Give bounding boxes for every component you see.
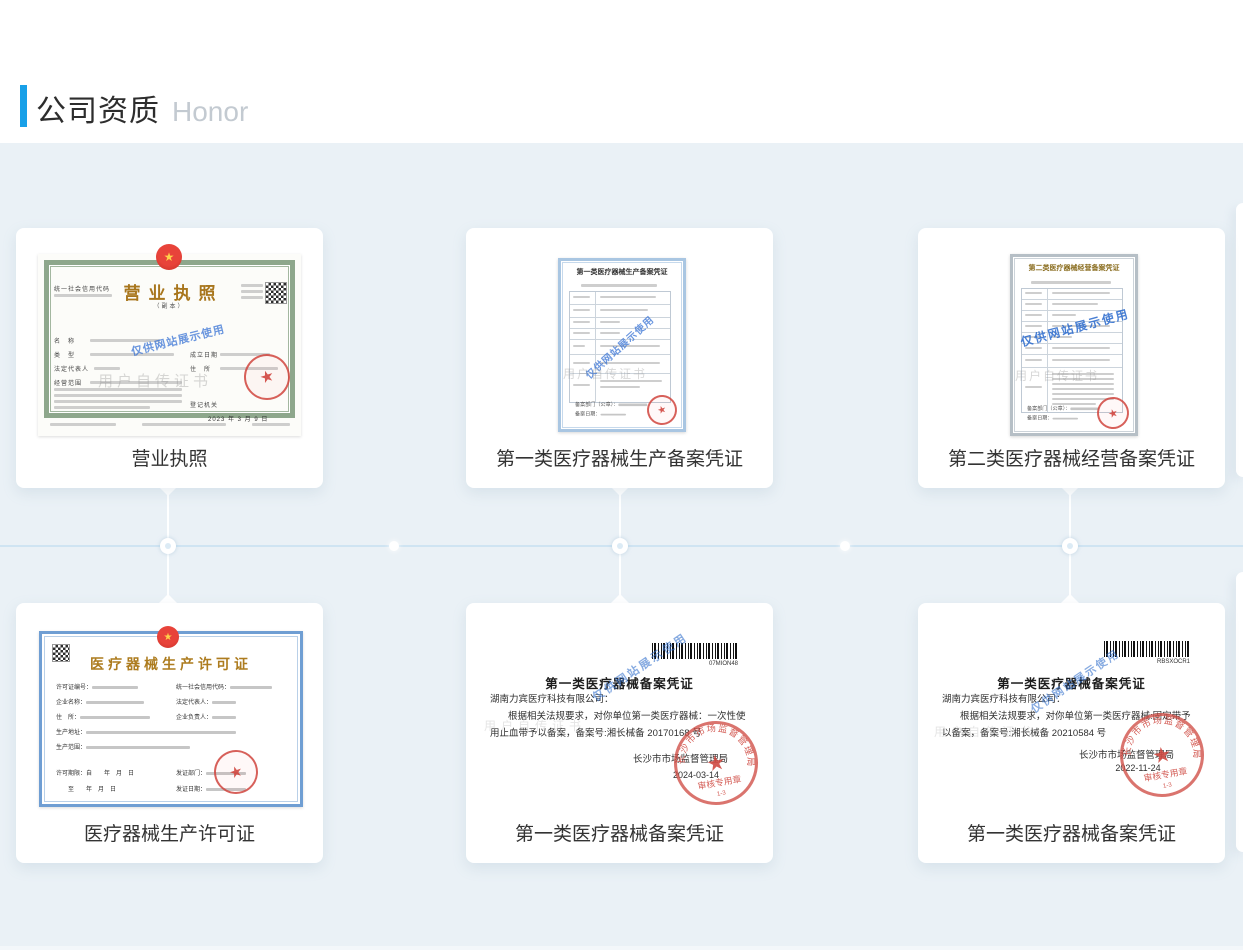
field-label: 住 所： xyxy=(56,715,80,721)
timeline-mid-node xyxy=(840,541,850,551)
cert-caption: 营业执照 xyxy=(16,444,323,471)
field-label: 发证日期： xyxy=(176,787,206,793)
connector-arrow-up xyxy=(159,594,177,603)
footer-dept-label: 备案部门（公章）： xyxy=(1027,407,1070,412)
carousel-next-card-partial[interactable] xyxy=(1236,572,1243,852)
field-label: 许可证编号： xyxy=(56,685,92,691)
cert-card-class1-record-2024[interactable]: 07MION48 第一类医疗器械备案凭证 湖南力宾医疗科技有限公司： 根据相关法… xyxy=(466,603,773,863)
cert-card-class1-production-filing[interactable]: 第一类医疗器械生产备案凭证 备案部门（公章）： 备案日期： ★ 仅供网站展示使用… xyxy=(466,228,773,488)
footer-date-label: 备案日期： xyxy=(1027,416,1053,421)
field-label: 许可期限：自 年 月 日 xyxy=(56,771,134,777)
watermark-user-upload: 用户自传证书 xyxy=(1015,367,1099,384)
field-label: 生产地址： xyxy=(56,730,86,736)
svg-text:★: ★ xyxy=(705,751,728,777)
certificate-image-class2-operation-filing[interactable]: 第二类医疗器械经营备案凭证 备 xyxy=(1010,254,1138,436)
timeline-node xyxy=(160,538,176,554)
cert-caption: 第一类医疗器械备案凭证 xyxy=(466,819,773,846)
red-stamp: 长沙市市场监督管理局 ★ 审核专用章 1-3 xyxy=(1111,704,1213,806)
page: 公司资质 Honor ★ 统一社会信用代码 营业执照 （副本） xyxy=(0,0,1243,950)
field-label: 法定代表人 xyxy=(54,364,89,373)
svg-text:审核专用章: 审核专用章 xyxy=(697,773,742,792)
footer-date-label: 备案日期： xyxy=(575,412,601,417)
cert-caption: 医疗器械生产许可证 xyxy=(16,819,323,846)
connector-arrow-down xyxy=(159,487,177,496)
cert-card-class2-operation-filing[interactable]: 第二类医疗器械经营备案凭证 备 xyxy=(918,228,1225,488)
connector-arrow-up xyxy=(611,594,629,603)
certificate-image-class1-production-filing[interactable]: 第一类医疗器械生产备案凭证 备案部门（公章）： 备案日期： ★ 仅供网站展示使用… xyxy=(558,258,686,432)
svg-text:1-3: 1-3 xyxy=(1162,781,1173,790)
watermark-display-only: 仅供网站展示使用 xyxy=(589,629,691,705)
connector-arrow-down xyxy=(1061,487,1079,496)
field-label: 生产范围： xyxy=(56,745,86,751)
bottom-strip xyxy=(0,946,1243,950)
field-label: 类 型 xyxy=(54,350,75,359)
timeline-mid-node xyxy=(389,541,399,551)
cert-footer: 备案部门（公章）： 备案日期： xyxy=(575,401,647,420)
cert-caption: 第一类医疗器械生产备案凭证 xyxy=(466,444,773,471)
certificate-image-production-licence[interactable]: ★ 医疗器械生产许可证 许可证编号： 统一社会信用代码： 企业名称： 法定代表人… xyxy=(39,631,303,807)
qr-code xyxy=(265,282,287,304)
field-label: 名 称 xyxy=(54,336,75,345)
section-header: 公司资质 Honor xyxy=(0,0,1243,143)
field-label: 企业负责人： xyxy=(176,715,212,721)
field-label: 至 年 月 日 xyxy=(68,787,116,793)
svg-text:审核专用章: 审核专用章 xyxy=(1143,765,1188,784)
svg-text:1-3: 1-3 xyxy=(716,789,727,798)
footer-dept-label: 备案部门（公章）： xyxy=(575,403,618,408)
registrar-label: 登记机关 xyxy=(190,400,218,409)
issue-date: 2023 年 3 月 9 日 xyxy=(208,414,268,423)
cert-footer: 备案部门（公章）： 备案日期： xyxy=(1027,405,1099,424)
national-emblem-icon: ★ xyxy=(157,626,179,648)
watermark-user-upload: 用户自传证书 xyxy=(98,370,212,391)
section-title: 公司资质 Honor xyxy=(36,86,248,130)
cert-card-business-license[interactable]: ★ 统一社会信用代码 营业执照 （副本） 名 称 类 型 法定代表人 经营范围 … xyxy=(16,228,323,488)
accent-bar xyxy=(20,85,27,127)
cert-caption: 第二类医疗器械经营备案凭证 xyxy=(918,444,1225,471)
field-label: 统一社会信用代码： xyxy=(176,685,230,691)
timeline-node xyxy=(612,538,628,554)
field-label: 法定代表人： xyxy=(176,700,212,706)
field-label: 发证部门： xyxy=(176,771,206,777)
connector-arrow-up xyxy=(1061,594,1079,603)
section-title-zh: 公司资质 xyxy=(36,86,160,130)
svg-text:★: ★ xyxy=(1151,743,1174,769)
cert-table xyxy=(1021,288,1123,413)
cert-caption: 第一类医疗器械备案凭证 xyxy=(918,819,1225,846)
certificate-image-business-license[interactable]: ★ 统一社会信用代码 营业执照 （副本） 名 称 类 型 法定代表人 经营范围 … xyxy=(38,254,301,436)
cert-title: 第二类医疗器械经营备案凭证 xyxy=(1017,265,1131,274)
national-emblem-icon: ★ xyxy=(156,244,182,270)
license-subtitle: （副本） xyxy=(38,301,301,310)
cert-card-class1-record-2022[interactable]: RBSXOCR1 第一类医疗器械备案凭证 湖南力宾医疗科技有限公司： 根据相关法… xyxy=(918,603,1225,863)
section-title-en: Honor xyxy=(172,96,248,128)
cert-title: 医疗器械生产许可证 xyxy=(42,654,300,674)
red-stamp: 长沙市市场监督管理局 ★ 审核专用章 1-3 xyxy=(665,712,767,814)
cert-card-production-licence[interactable]: ★ 医疗器械生产许可证 许可证编号： 统一社会信用代码： 企业名称： 法定代表人… xyxy=(16,603,323,863)
timeline-node xyxy=(1062,538,1078,554)
carousel-next-card-partial[interactable] xyxy=(1236,203,1243,477)
cert-title: 第一类医疗器械生产备案凭证 xyxy=(565,269,679,278)
connector-arrow-down xyxy=(611,487,629,496)
field-label: 企业名称： xyxy=(56,700,86,706)
field-label: 成立日期 xyxy=(190,350,218,359)
barcode-code: 07MION48 xyxy=(652,661,738,667)
watermark-user-upload: 用户自传证书 xyxy=(563,365,647,382)
watermark-user-upload: 用户自传证书 xyxy=(934,723,1036,740)
watermark-user-upload: 用户自传证书 xyxy=(484,717,586,734)
field-label: 经营范围 xyxy=(54,378,82,387)
